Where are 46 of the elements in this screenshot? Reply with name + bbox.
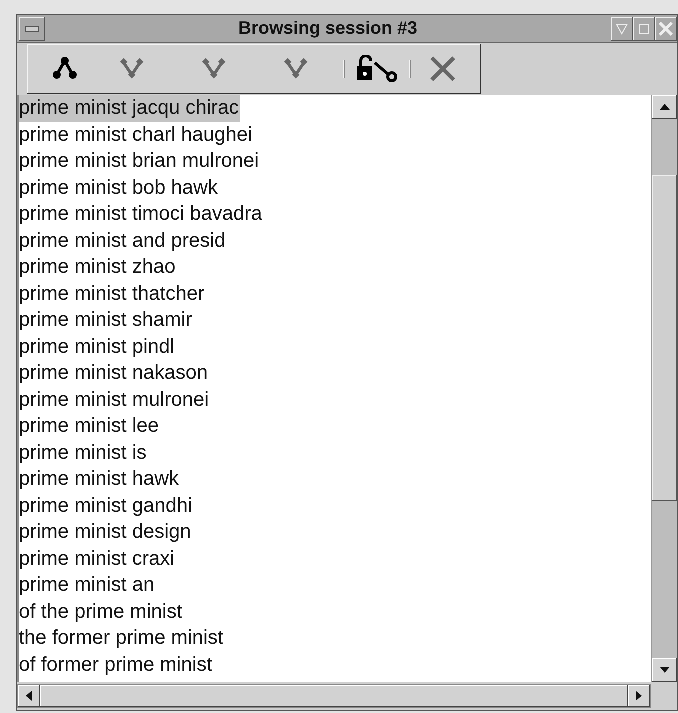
list-item[interactable]: prime minist lee [19,413,160,440]
scroll-left-button[interactable] [18,685,40,707]
toolbar-button[interactable] [357,54,398,84]
close-icon [428,55,456,83]
list-item[interactable]: prime minist and presid [19,228,227,254]
list-item[interactable]: prime minist thatcher [19,280,206,307]
window-menu-button[interactable] [19,16,45,40]
window-title: Browsing session #3 [237,17,419,40]
toolbar-separator [343,60,346,78]
list-item[interactable]: prime minist bob hawk [19,174,219,201]
list-item[interactable]: prime minist craxi [19,546,176,572]
list-item[interactable]: prime minist charl haughei [19,122,254,148]
scroll-thumb[interactable] [652,175,677,501]
scroll-up-button[interactable] [652,95,677,119]
square-icon [638,22,650,34]
list-item[interactable]: prime minist shamir [19,307,194,334]
list-item[interactable]: prime minist jacqu chirac [19,95,240,122]
scroll-right-button[interactable] [628,685,650,707]
close-icon [659,22,673,36]
list-item[interactable]: of the prime minist [19,598,184,625]
list-item[interactable]: prime minist design [19,519,192,546]
list-item[interactable]: prime minist mulronei [19,386,210,413]
list-item[interactable]: of former prime minist [19,652,214,678]
right-arrow-icon [636,691,642,701]
up-arrow-icon [660,104,670,110]
down-arrow-icon [660,667,670,673]
list-item[interactable]: prime minist nakason [19,360,209,386]
left-arrow-icon [26,691,32,701]
list-item[interactable]: prime minist gandhi [19,492,194,519]
maximize-button[interactable] [633,16,655,40]
minimize-button[interactable] [611,16,633,40]
scroll-down-button[interactable] [652,658,677,682]
list-item[interactable]: prime minist pindl [19,334,176,360]
list-item[interactable]: prime minist is [19,440,148,466]
menu-icon [25,26,39,32]
list-item[interactable]: prime minist brian mulronei [19,148,260,174]
triangle-icon [616,22,628,34]
list-item[interactable]: prime minist hawk [19,466,180,492]
list-item[interactable]: prime minist zhao [19,254,177,280]
padlock-key-icon [357,55,398,83]
list-item[interactable]: prime minist timoci bavadra [19,201,264,228]
close-button[interactable] [655,16,677,40]
toolbar-separator [409,60,412,78]
vertical-scrollbar[interactable] [651,95,677,682]
list-item[interactable]: prime minist an [19,572,156,598]
list-item[interactable]: the former prime minist [19,625,224,652]
